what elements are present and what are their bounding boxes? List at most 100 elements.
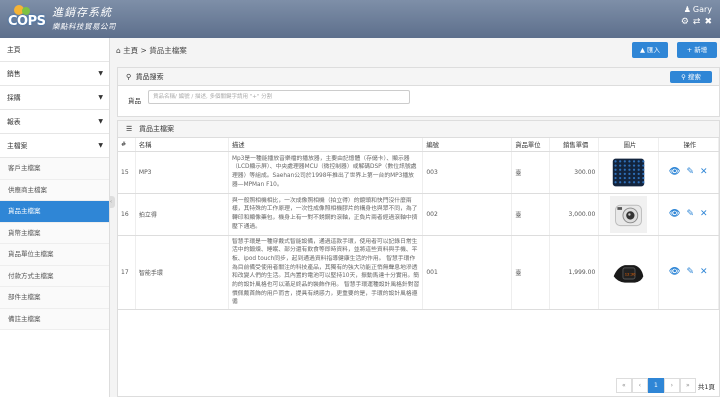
close-icon[interactable]: ✖: [704, 17, 712, 27]
sidebar: 主頁 銷售 ▼ 採購 ▼ 報表 ▼ 主檔案 ▼ 客戶主檔案 供應商主檔案 貨品主檔案 貨幣主檔案 貨品單…: [0, 38, 110, 397]
app-logo: COPS: [8, 5, 48, 31]
edit-icon[interactable]: ✎: [686, 267, 694, 277]
table-row: 17 智能手環 智慧手環是一種穿戴式智能設備，通過這款手環，使用者可以記錄日常生活中…: [118, 235, 719, 310]
cell-unit: 臺: [511, 151, 551, 194]
cell-name: 智能手環: [135, 235, 229, 310]
page-total: 共1頁: [697, 382, 715, 391]
add-button[interactable]: + 新增: [677, 42, 717, 58]
search-icon: ⚲: [126, 73, 132, 81]
sidebar-item-2[interactable]: 採購 ▼: [0, 86, 109, 110]
table-row: 16 拍立得 與一般照相機相比，一次成像照相機（拍立得）的鏡頭和快門沒什麼兩樣，其特…: [118, 193, 719, 236]
gear-icon[interactable]: ⚙: [681, 17, 689, 27]
delete-icon[interactable]: ✕: [700, 167, 708, 177]
column-header: 編號: [422, 138, 513, 152]
sidebar-item-4[interactable]: 主檔案 ▼: [0, 134, 109, 158]
sidebar-item-label: 主檔案: [7, 142, 28, 150]
table-row: 15 MP3 Mp3是一種能播放音樂檔的播放器，主要由記憶體（存儲卡）、顯示器（LC…: [118, 151, 719, 194]
sidebar-subitem-5[interactable]: 付款方式主檔案: [0, 265, 109, 287]
user-name[interactable]: Gary: [693, 5, 712, 14]
sidebar-item-0[interactable]: 主頁: [0, 38, 109, 62]
column-header: 描述: [228, 138, 424, 152]
column-header: 銷售單價: [549, 138, 600, 152]
list-icon: ☰: [126, 125, 133, 133]
cell-code: 003: [422, 151, 513, 194]
product-image: 12:30: [598, 235, 659, 310]
list-panel: ☰ 貨品主檔案 # 名稱 描述 編號 貨品單位 銷售單價 圖片 操作 15 MP3 Mp3是一種能…: [117, 120, 720, 397]
list-panel-header: ☰ 貨品主檔案: [118, 121, 719, 138]
caret-down-icon: ▼: [98, 70, 103, 77]
cell-price: 1,999.00: [549, 235, 600, 310]
product-image: [598, 151, 659, 194]
sidebar-subitem-3[interactable]: 貨幣主檔案: [0, 222, 109, 244]
breadcrumb: ⌂ 主頁 > 貨品主檔案: [116, 46, 187, 55]
page-last[interactable]: »: [679, 378, 696, 393]
app-header: COPS 進銷存系統 樂點科技貿易公司 ♟ Gary ⚙ ⇄ ✖: [0, 0, 720, 38]
page-prev[interactable]: ‹: [631, 378, 648, 393]
sidebar-item-label: 報表: [7, 118, 21, 126]
search-input[interactable]: 貨品名稱/ 編號 / 描述, 多個關鍵字請用 "+" 分割: [148, 90, 410, 104]
caret-down-icon: ▼: [98, 94, 103, 101]
home-icon[interactable]: ⌂: [116, 46, 121, 55]
main-content: ⌂ 主頁 > 貨品主檔案 ▲ 匯入 + 新增 ⚲ 貨品搜索 ⚲ 搜索 貨品 貨品…: [110, 38, 720, 397]
cell-index: 16: [118, 193, 136, 236]
column-header: 貨品單位: [511, 138, 551, 152]
view-icon[interactable]: 👁: [669, 267, 680, 277]
cell-unit: 臺: [511, 235, 551, 310]
column-header: 操作: [658, 138, 719, 152]
cell-name: 拍立得: [135, 193, 229, 236]
app-title: 進銷存系統: [52, 6, 112, 19]
upload-icon: ▲: [639, 46, 645, 54]
cell-price: 300.00: [549, 151, 600, 194]
cell-unit: 臺: [511, 193, 551, 236]
search-icon: ⚲: [681, 73, 686, 81]
sidebar-item-1[interactable]: 銷售 ▼: [0, 62, 109, 86]
page-first[interactable]: «: [615, 378, 632, 393]
product-table: # 名稱 描述 編號 貨品單位 銷售單價 圖片 操作 15 MP3 Mp3是一種能播放音樂檔的播放…: [118, 138, 719, 310]
sidebar-subitem-7[interactable]: 備註主檔案: [0, 308, 109, 330]
search-panel: ⚲ 貨品搜索 ⚲ 搜索 貨品 貨品名稱/ 編號 / 描述, 多個關鍵字請用 "+…: [117, 67, 720, 117]
page-1[interactable]: 1: [647, 378, 664, 393]
switch-icon[interactable]: ⇄: [693, 17, 701, 27]
row-actions: 👁 ✎ ✕: [658, 151, 719, 194]
cell-code: 002: [422, 193, 513, 236]
row-actions: 👁 ✎ ✕: [658, 235, 719, 310]
sidebar-subitem-4[interactable]: 貨品單位主檔案: [0, 244, 109, 266]
search-label: 貨品: [128, 97, 141, 105]
cell-name: MP3: [135, 151, 229, 194]
sidebar-subitem-1[interactable]: 供應商主檔案: [0, 179, 109, 201]
user-icon[interactable]: ♟: [684, 5, 691, 14]
column-header: 名稱: [135, 138, 229, 152]
svg-text:12:30: 12:30: [625, 272, 636, 276]
edit-icon[interactable]: ✎: [686, 167, 694, 177]
caret-down-icon: ▼: [98, 118, 103, 125]
breadcrumb-home[interactable]: 主頁: [123, 46, 138, 55]
import-button[interactable]: ▲ 匯入: [632, 42, 668, 58]
page-next[interactable]: ›: [663, 378, 680, 393]
view-icon[interactable]: 👁: [669, 167, 680, 177]
caret-down-icon: ▼: [98, 142, 103, 149]
view-icon[interactable]: 👁: [669, 209, 680, 219]
sidebar-item-label: 銷售: [7, 70, 21, 78]
cell-index: 17: [118, 235, 136, 310]
column-header: #: [118, 138, 136, 152]
search-button[interactable]: ⚲ 搜索: [670, 71, 712, 83]
delete-icon[interactable]: ✕: [700, 209, 708, 219]
edit-icon[interactable]: ✎: [686, 209, 694, 219]
cell-desc: Mp3是一種能播放音樂檔的播放器，主要由記憶體（存儲卡）、顯示器（LCD顯示屏）…: [228, 151, 424, 194]
cell-price: 3,000.00: [549, 193, 600, 236]
cell-desc: 與一般照相機相比，一次成像照相機（拍立得）的鏡頭和快門沒什麼兩樣，其特殊的工作原…: [228, 193, 424, 236]
sidebar-subitem-6[interactable]: 部件主檔案: [0, 287, 109, 309]
user-area: ♟ Gary ⚙ ⇄ ✖: [681, 5, 712, 27]
breadcrumb-current: 貨品主檔案: [149, 46, 187, 55]
sidebar-item-label: 主頁: [7, 46, 21, 54]
cell-desc: 智慧手環是一種穿戴式智能設備，通過這款手環，使用者可以記錄日常生活中的鍛煉、睡眠…: [228, 235, 424, 310]
company-name: 樂點科技貿易公司: [52, 22, 116, 31]
pagination: « ‹ 1 › » 共1頁: [615, 378, 715, 393]
row-actions: 👁 ✎ ✕: [658, 193, 719, 236]
sidebar-subitem-2[interactable]: 貨品主檔案: [0, 201, 109, 223]
sidebar-item-3[interactable]: 報表 ▼: [0, 110, 109, 134]
plus-icon: +: [686, 46, 693, 54]
cell-code: 001: [422, 235, 513, 310]
sidebar-subitem-0[interactable]: 客戶主檔案: [0, 158, 109, 180]
delete-icon[interactable]: ✕: [700, 267, 708, 277]
